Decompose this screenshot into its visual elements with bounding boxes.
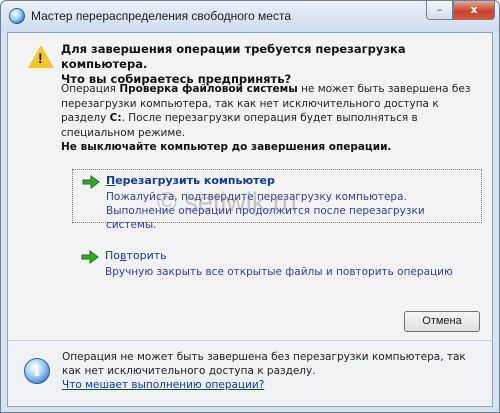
minimize-button[interactable]: – [426,1,453,20]
footer-text: Операция не может быть завершена без пер… [62,351,466,377]
drive-letter: C: [109,112,122,124]
dialog-window: Мастер перераспределения свободного мест… [0,0,500,413]
info-icon: i [24,358,50,384]
cancel-button[interactable]: Отмена [404,311,480,332]
operation-name: Проверка файловой системы [119,83,298,95]
green-arrow-icon [82,175,100,189]
app-icon [9,8,25,24]
dialog-heading: Для завершения операции требуется переза… [61,42,481,87]
warning-icon [28,45,54,68]
option-retry-description: Вручную закрыть все открытые файлы и пов… [105,266,453,278]
body-prefix: Операция [61,83,120,95]
heading-line-1: Для завершения операции требуется переза… [61,42,406,71]
window-title: Мастер перераспределения свободного мест… [31,9,291,23]
dialog-footer: i Операция не может быть завершена без п… [8,341,492,406]
option-restart-title: Перезагрузить компьютер [106,174,275,187]
footer-help-link[interactable]: Что мешает выполнению операции? [62,379,264,391]
green-arrow-icon [81,250,99,264]
dialog-body-text: Операция Проверка файловой системы не мо… [61,82,485,155]
option-restart-description: Пожалуйста, подтвердите перезагрузку ком… [106,191,425,231]
option-retry-title: Повторить [105,249,167,262]
option-retry[interactable]: Повторить Вручную закрыть все открытые ф… [72,245,482,295]
title-bar[interactable]: Мастер перераспределения свободного мест… [1,1,499,32]
close-button[interactable]: x [453,1,495,20]
body-warning: Не выключайте компьютер до завершения оп… [61,141,392,153]
option-restart-computer[interactable]: Перезагрузить компьютер Пожалуйста, подт… [72,169,482,231]
dialog-client-area: Для завершения операции требуется переза… [7,32,493,407]
